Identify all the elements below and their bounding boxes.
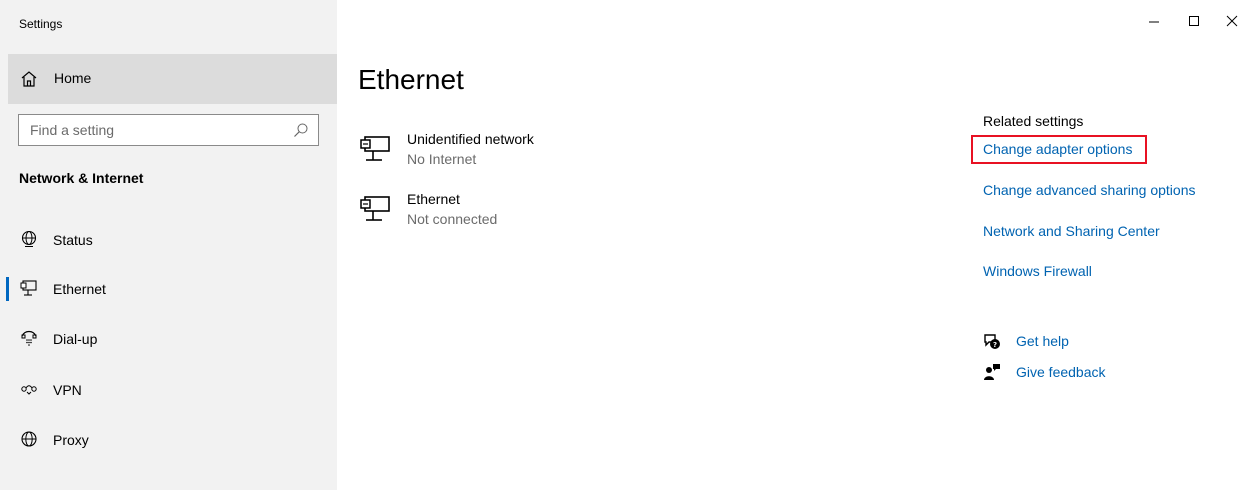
section-title: Network & Internet xyxy=(19,170,144,186)
sidebar: Settings Home Network & Internet Status xyxy=(0,0,337,490)
sidebar-item-label: VPN xyxy=(53,382,82,398)
sidebar-item-proxy[interactable]: Proxy xyxy=(0,418,337,462)
sidebar-item-label: Proxy xyxy=(53,432,89,448)
vpn-icon xyxy=(21,385,37,395)
windows-firewall-link[interactable]: Windows Firewall xyxy=(983,263,1092,279)
network-status: Not connected xyxy=(407,211,498,227)
maximize-icon[interactable] xyxy=(1182,10,1206,32)
network-and-sharing-center-link[interactable]: Network and Sharing Center xyxy=(983,223,1160,239)
ethernet-network-icon xyxy=(360,136,390,161)
change-adapter-options-link[interactable]: Change adapter options xyxy=(983,141,1132,157)
svg-text:?: ? xyxy=(993,341,997,349)
home-icon xyxy=(21,71,37,87)
minimize-icon[interactable] xyxy=(1142,10,1166,32)
get-help-label[interactable]: Get help xyxy=(1016,333,1069,349)
search-icon[interactable] xyxy=(293,122,309,138)
sidebar-item-ethernet[interactable]: Ethernet xyxy=(0,267,337,311)
sidebar-item-label: Ethernet xyxy=(53,281,106,297)
search-input[interactable] xyxy=(19,115,289,145)
sidebar-item-dial-up[interactable]: Dial-up xyxy=(0,317,337,361)
network-item-ethernet[interactable]: Ethernet Not connected xyxy=(358,191,718,237)
page-title: Ethernet xyxy=(358,64,464,95)
sidebar-item-label: Dial-up xyxy=(53,331,98,347)
sidebar-home-label: Home xyxy=(54,70,92,86)
network-status: No Internet xyxy=(407,151,477,167)
dial-up-icon xyxy=(21,330,37,346)
network-name: Ethernet xyxy=(407,191,460,207)
sidebar-home[interactable]: Home xyxy=(8,54,337,104)
change-advanced-sharing-options-link[interactable]: Change advanced sharing options xyxy=(983,182,1196,198)
status-globe-icon xyxy=(21,230,37,247)
sidebar-item-vpn[interactable]: VPN xyxy=(0,368,337,412)
sidebar-item-status[interactable]: Status xyxy=(0,218,337,262)
search-box[interactable] xyxy=(18,114,319,146)
sidebar-item-label: Status xyxy=(53,232,93,248)
network-item-unidentified[interactable]: Unidentified network No Internet xyxy=(358,131,718,177)
close-icon[interactable] xyxy=(1220,10,1244,32)
related-settings-heading: Related settings xyxy=(983,113,1084,129)
get-help-icon: ? xyxy=(984,334,1000,349)
give-feedback-label[interactable]: Give feedback xyxy=(1016,364,1106,380)
selection-indicator xyxy=(6,277,9,301)
ethernet-network-icon xyxy=(360,196,390,221)
network-name: Unidentified network xyxy=(407,131,534,147)
app-title: Settings xyxy=(19,17,63,31)
proxy-globe-icon xyxy=(21,431,37,447)
give-feedback-icon xyxy=(984,364,1000,380)
ethernet-icon xyxy=(20,280,37,296)
